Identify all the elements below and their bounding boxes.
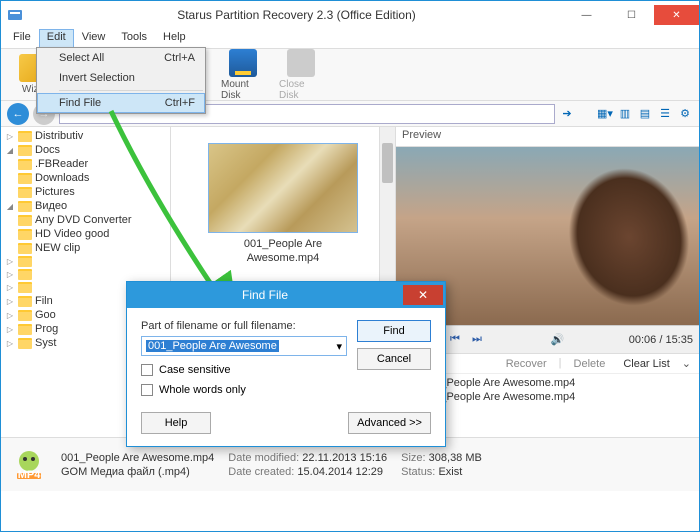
tree-node[interactable]: NEW сlip xyxy=(5,241,170,255)
filetype-icon: MP4 xyxy=(11,447,47,483)
nav-back-button[interactable]: ← xyxy=(7,103,29,125)
window-title: Starus Partition Recovery 2.3 (Office Ed… xyxy=(29,8,564,22)
status-filename: 001_People Are Awesome.mp4 xyxy=(61,452,214,464)
titlebar: Starus Partition Recovery 2.3 (Office Ed… xyxy=(1,1,699,29)
file-thumbnail[interactable]: 001_People Are Awesome.mp4 xyxy=(208,143,358,266)
close-disk-label: Close Disk xyxy=(279,79,323,101)
status-filetype: GOM Медиа файл (.mp4) xyxy=(61,466,214,478)
menu-separator xyxy=(59,90,203,91)
whole-label: Whole words only xyxy=(159,384,246,396)
next-button[interactable]: ⏭ xyxy=(468,331,486,349)
recover-button[interactable]: Recover xyxy=(500,357,553,371)
close-disk-button[interactable]: Close Disk xyxy=(273,47,329,103)
menubar: File Edit View Tools Help Select All Ctr… xyxy=(1,29,699,49)
tree-node[interactable]: Any DVD Converter xyxy=(5,213,170,227)
menu-invert-selection[interactable]: Invert Selection xyxy=(37,68,205,88)
tree-node[interactable]: ▷Distributiv xyxy=(5,129,170,143)
help-button[interactable]: Help xyxy=(141,412,211,434)
menu-view[interactable]: View xyxy=(74,29,114,48)
advanced-button[interactable]: Advanced >> xyxy=(348,412,431,434)
size-label: Size: xyxy=(401,452,425,464)
created-label: Date created: xyxy=(228,466,294,478)
tree-node[interactable]: ▷ xyxy=(5,268,170,281)
menu-help[interactable]: Help xyxy=(155,29,194,48)
menu-invert-label: Invert Selection xyxy=(59,72,135,84)
case-sensitive-checkbox[interactable]: Case sensitive xyxy=(141,364,347,376)
edit-dropdown: Select All Ctrl+A Invert Selection Find … xyxy=(36,47,206,114)
panel-button-1[interactable]: ▤ xyxy=(637,106,653,122)
find-file-dialog: Find File ✕ Part of filename or full fil… xyxy=(126,281,446,447)
filename-input[interactable]: 001_People Are Awesome ▾ xyxy=(141,336,347,356)
file-name: 001_People Are Awesome.mp4 xyxy=(208,237,358,266)
find-button[interactable]: Find xyxy=(357,320,431,342)
go-button[interactable]: ➔ xyxy=(559,106,575,122)
close-button[interactable]: ✕ xyxy=(654,5,699,25)
dialog-titlebar[interactable]: Find File ✕ xyxy=(127,282,445,308)
menu-file[interactable]: File xyxy=(5,29,39,48)
dialog-close-button[interactable]: ✕ xyxy=(403,285,443,305)
thumbnail-image xyxy=(208,143,358,233)
filename-prompt: Part of filename or full filename: xyxy=(141,320,347,332)
menu-edit[interactable]: Edit xyxy=(39,29,74,48)
menu-select-all-label: Select All xyxy=(59,52,104,64)
tree-node[interactable]: HD Video good xyxy=(5,227,170,241)
tree-node[interactable]: ◢Docs xyxy=(5,143,170,157)
tree-node[interactable]: Pictures xyxy=(5,185,170,199)
collapse-icon[interactable]: ⌄ xyxy=(682,357,691,371)
playback-time: 00:06 / 15:35 xyxy=(629,334,693,346)
size-value: 308,38 MB xyxy=(429,452,482,464)
mount-disk-button[interactable]: Mount Disk xyxy=(215,47,271,103)
prev-button[interactable]: ⏮ xyxy=(446,331,464,349)
status-label: Status: xyxy=(401,466,435,478)
svg-text:MP4: MP4 xyxy=(18,469,42,481)
mount-disk-label: Mount Disk xyxy=(221,79,265,101)
case-label: Case sensitive xyxy=(159,364,231,376)
menu-find-file[interactable]: Find File Ctrl+F xyxy=(37,93,205,113)
tree-node[interactable]: Downloads xyxy=(5,171,170,185)
tree-node[interactable]: .FBReader xyxy=(5,157,170,171)
created-value: 15.04.2014 12:29 xyxy=(297,466,383,478)
view-mode-button[interactable]: ▦▾ xyxy=(597,106,613,122)
status-value: Exist xyxy=(438,466,462,478)
minimize-button[interactable]: — xyxy=(564,5,609,25)
dropdown-icon[interactable]: ▾ xyxy=(336,340,342,353)
recovery-item[interactable]: 001_People Are Awesome.mp4 xyxy=(404,376,691,390)
tree-node[interactable]: ◢Видео xyxy=(5,199,170,213)
panel-button-2[interactable]: ☰ xyxy=(657,106,673,122)
menu-find-label: Find File xyxy=(59,97,101,109)
tree-node[interactable]: ▷ xyxy=(5,255,170,268)
menu-tools[interactable]: Tools xyxy=(113,29,155,48)
delete-button[interactable]: Delete xyxy=(568,357,612,371)
recovery-item[interactable]: 001_People Are Awesome.mp4 xyxy=(404,390,691,404)
filename-value: 001_People Are Awesome xyxy=(146,340,279,352)
app-icon xyxy=(7,7,23,23)
menu-select-all-shortcut: Ctrl+A xyxy=(164,52,195,64)
preview-toggle-button[interactable]: ▥ xyxy=(617,106,633,122)
preview-header: Preview xyxy=(396,127,699,147)
options-button[interactable]: ⚙ xyxy=(677,106,693,122)
cancel-button[interactable]: Cancel xyxy=(357,348,431,370)
modified-label: Date modified: xyxy=(228,452,299,464)
maximize-button[interactable]: ☐ xyxy=(609,5,654,25)
whole-words-checkbox[interactable]: Whole words only xyxy=(141,384,347,396)
dialog-title: Find File xyxy=(127,288,403,302)
volume-button[interactable]: 🔊 xyxy=(548,331,566,349)
menu-find-shortcut: Ctrl+F xyxy=(165,97,195,109)
clear-list-button[interactable]: Clear List xyxy=(617,357,675,371)
modified-value: 22.11.2013 15:16 xyxy=(302,452,387,464)
menu-select-all[interactable]: Select All Ctrl+A xyxy=(37,48,205,68)
